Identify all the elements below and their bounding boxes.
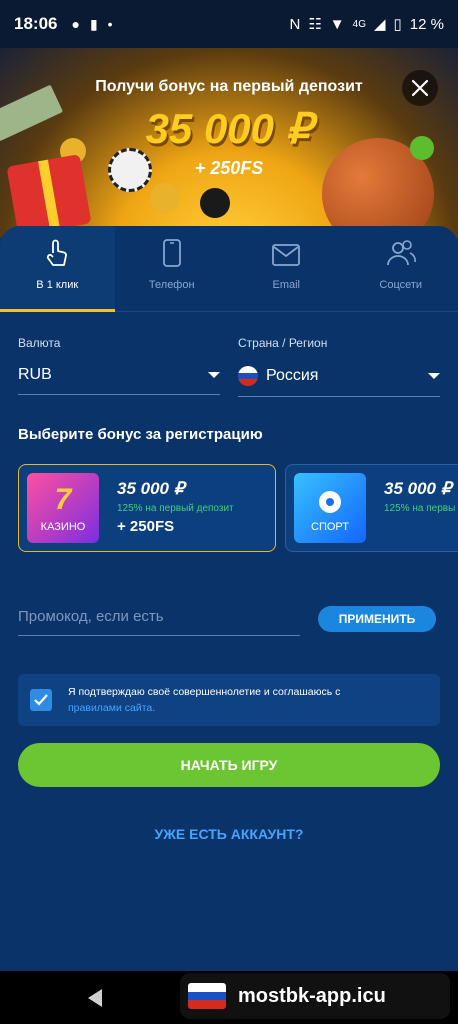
country-label: Страна / Регион	[238, 336, 328, 350]
currency-label: Валюта	[18, 336, 61, 350]
tab-social[interactable]: Соцсети	[344, 226, 458, 311]
close-banner-button[interactable]	[402, 70, 438, 106]
tab-one-click[interactable]: В 1 клик	[0, 226, 115, 312]
banner-amount: 35 000 ₽	[145, 105, 313, 152]
sport-label: СПОРТ	[311, 521, 349, 533]
site-rules-link[interactable]: правилами сайта.	[68, 702, 155, 714]
bonus-extra: + 250FS	[117, 518, 175, 535]
apply-promo-button[interactable]: ПРИМЕНИТЬ	[318, 606, 436, 632]
dot-icon: •	[107, 16, 113, 32]
bonus-amount: 35 000 ₽	[384, 479, 452, 498]
russia-flag-icon	[188, 983, 226, 1009]
form-fields: Валюта RUB Страна / Регион Россия	[18, 336, 440, 397]
coin-decoration	[150, 183, 180, 213]
watermark-text: mostbk-app.icu	[238, 984, 386, 1007]
back-icon[interactable]	[88, 989, 102, 1007]
tab-phone[interactable]: Телефон	[115, 226, 230, 311]
billiard-ball-icon	[200, 188, 230, 218]
system-nav-bar: mostbk-app.icu	[0, 971, 458, 1024]
consent-text: Я подтверждаю своё совершеннолетие и сог…	[68, 686, 341, 698]
battery-percent: 12 %	[409, 15, 444, 33]
bonus-section-title: Выберите бонус за регистрацию	[18, 426, 263, 443]
chevron-down-icon	[208, 372, 220, 378]
check-icon	[34, 694, 48, 706]
chat-icon: ●	[71, 16, 80, 32]
country-dropdown[interactable]: Россия	[238, 366, 440, 397]
bonus-details: 35 000 ₽ 125% на первы	[384, 479, 455, 514]
status-bar: 18:06 ● ▮ • N ☷ ▼ 4G ◢ ▯ 12 %	[0, 0, 458, 48]
promo-code-input[interactable]: Промокод, если есть	[18, 608, 300, 636]
russia-flag-icon	[238, 366, 258, 386]
consent-checkbox[interactable]	[30, 689, 52, 711]
bonus-card-casino[interactable]: 7 КАЗИНО 35 000 ₽ 125% на первый депозит…	[18, 464, 276, 552]
country-select[interactable]: Страна / Регион Россия	[238, 336, 440, 397]
site-watermark: mostbk-app.icu	[180, 973, 450, 1019]
promo-banner: Получи бонус на первый депозит 35 000 ₽ …	[0, 48, 458, 238]
status-time: 18:06	[14, 14, 58, 33]
battery-alert-icon: ▮	[89, 15, 98, 32]
consent-text-block: Я подтверждаю своё совершеннолетие и сог…	[68, 684, 340, 716]
tab-label: В 1 клик	[36, 279, 79, 291]
hand-pointer-icon	[47, 239, 68, 266]
chevron-down-icon	[428, 373, 440, 379]
registration-panel: В 1 клик Телефон Email Соцсети Валюта RU…	[0, 226, 458, 971]
vibrate-icon: ☷	[308, 16, 322, 33]
existing-account-link[interactable]: УЖЕ ЕСТЬ АККАУНТ?	[0, 826, 458, 842]
battery-icon: ▯	[393, 16, 402, 33]
close-icon	[411, 79, 429, 97]
bonus-amount: 35 000 ₽	[117, 479, 185, 498]
users-icon	[386, 240, 416, 266]
currency-dropdown[interactable]: RUB	[18, 366, 220, 395]
tab-label: Email	[272, 279, 300, 291]
mail-icon	[272, 244, 301, 266]
signal-icon: ◢	[373, 16, 386, 33]
tab-label: Соцсети	[379, 279, 423, 291]
bonus-description: 125% на первый депозит	[117, 503, 234, 514]
nfc-icon: N	[289, 15, 301, 33]
banner-headline: Получи бонус на первый депозит	[95, 78, 363, 95]
wifi-icon: ▼	[329, 15, 345, 33]
sport-bonus-image: СПОРТ	[294, 473, 366, 543]
casino-bonus-image: 7 КАЗИНО	[27, 473, 99, 543]
tab-label: Телефон	[148, 279, 195, 291]
casino-label: КАЗИНО	[40, 521, 86, 533]
currency-select[interactable]: Валюта RUB	[18, 336, 220, 397]
registration-tabs: В 1 клик Телефон Email Соцсети	[0, 226, 458, 312]
network-type: 4G	[352, 18, 366, 30]
soccer-ball-icon	[319, 491, 341, 513]
bonus-card-sport[interactable]: СПОРТ 35 000 ₽ 125% на первы	[285, 464, 458, 552]
bonus-details: 35 000 ₽ 125% на первый депозит + 250FS	[117, 479, 234, 535]
consent-box: Я подтверждаю своё совершеннолетие и сог…	[18, 674, 440, 726]
country-value: Россия	[266, 367, 319, 384]
banner-free-spins: + 250FS	[194, 158, 264, 178]
phone-icon	[162, 239, 181, 267]
currency-value: RUB	[18, 366, 52, 383]
start-game-button[interactable]: НАЧАТЬ ИГРУ	[18, 743, 440, 787]
tab-email[interactable]: Email	[229, 226, 344, 311]
seven-glyph: 7	[54, 483, 72, 516]
bonus-description: 125% на первы	[384, 503, 456, 514]
